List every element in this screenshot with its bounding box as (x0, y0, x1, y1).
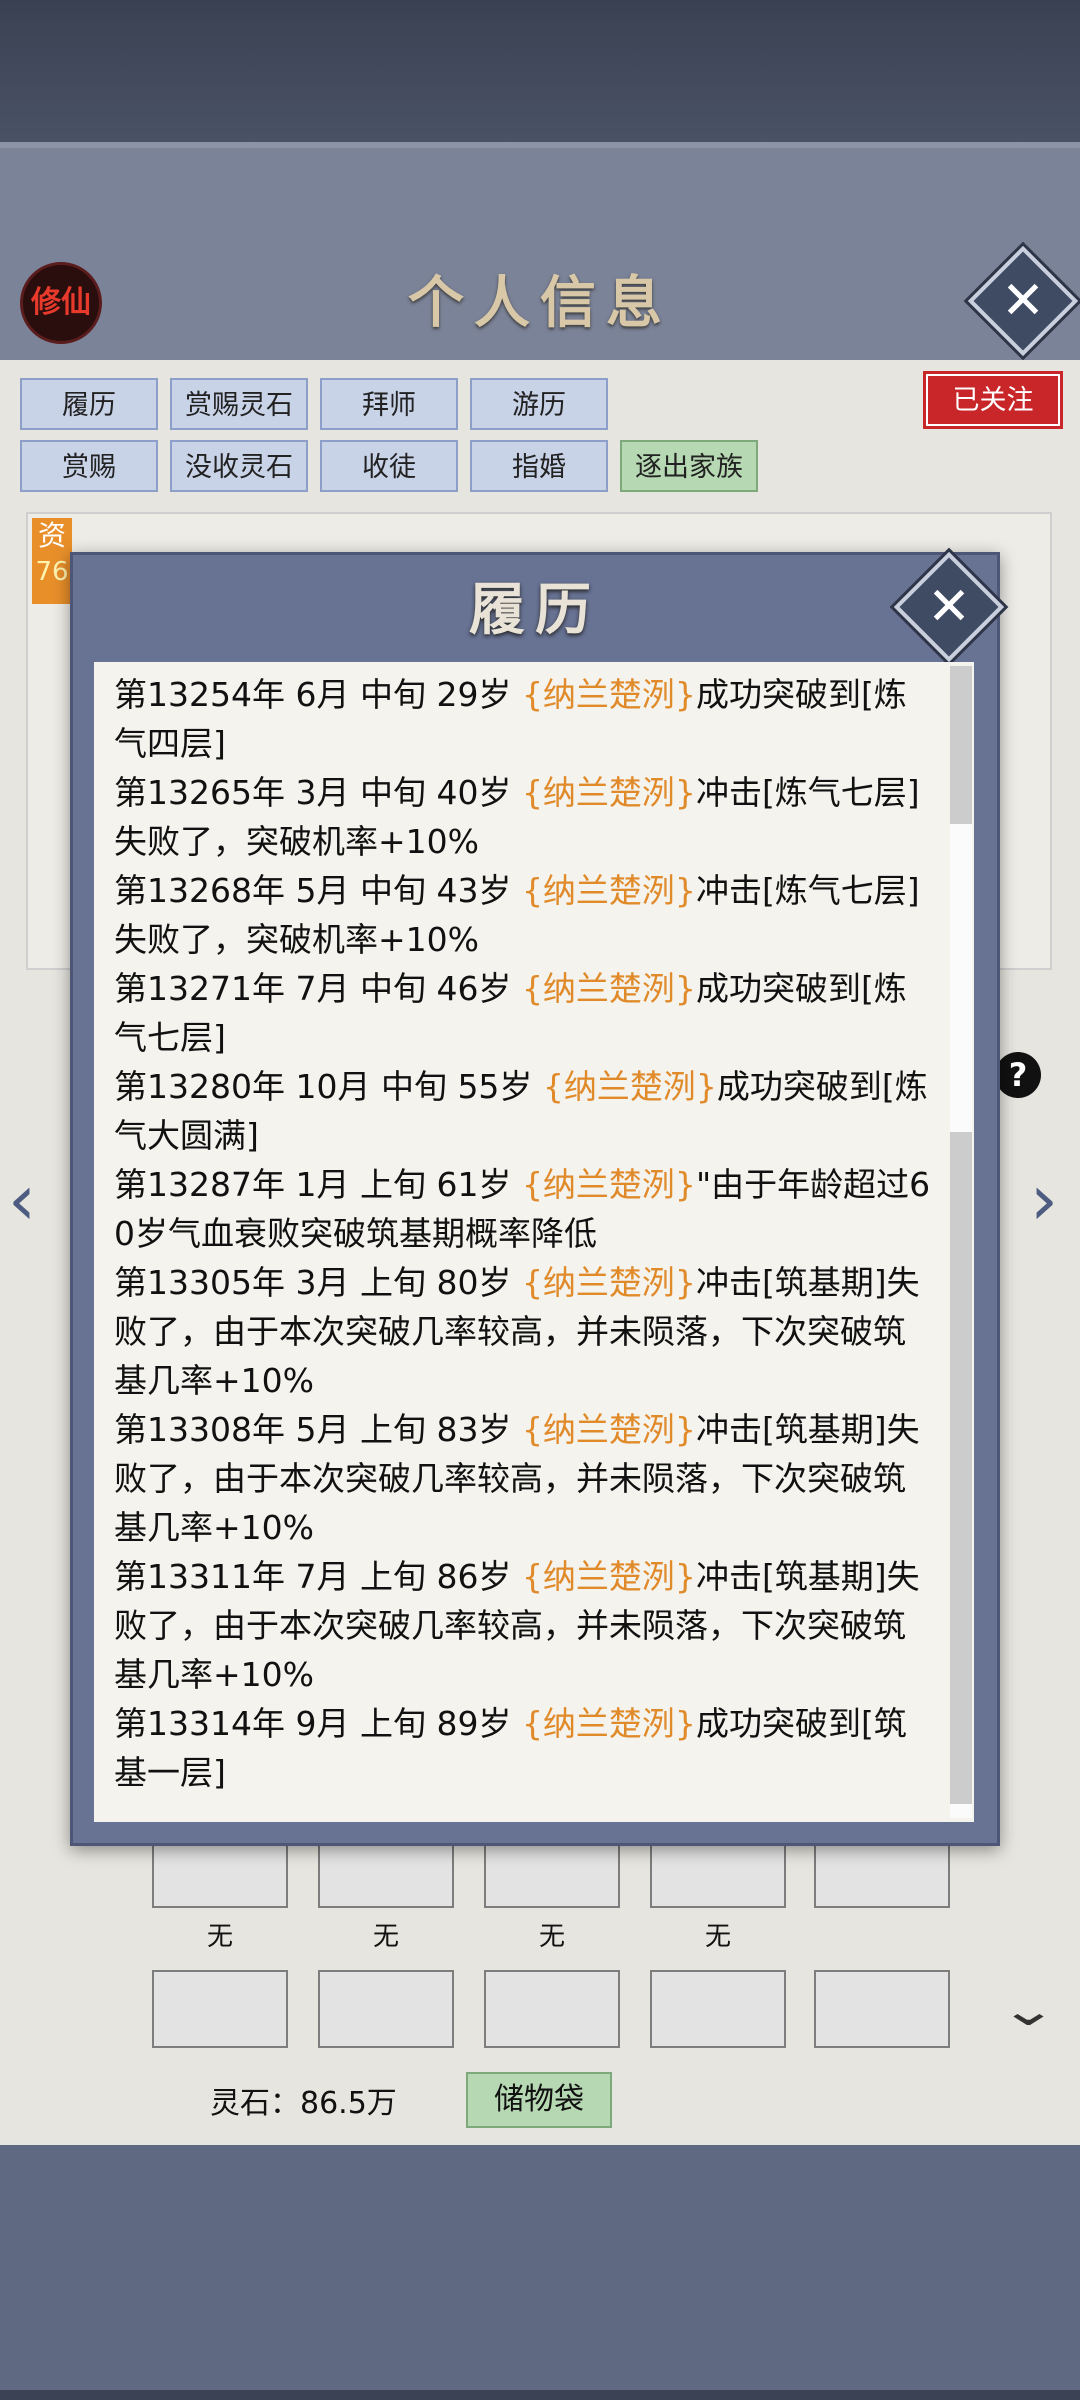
character-name: {纳兰楚洌} (521, 1557, 696, 1596)
log-entry: 第13311年 7月 上旬 86岁 {纳兰楚洌}冲击[筑基期]失败了，由于本次突… (114, 1552, 934, 1699)
log-text: 第13271年 7月 中旬 46岁 (114, 969, 522, 1008)
character-name: {纳兰楚洌} (521, 773, 696, 812)
log-text: 第13287年 1月 上旬 61岁 (114, 1165, 522, 1204)
log-text: 第13265年 3月 中旬 40岁 (114, 773, 522, 812)
aptitude-value: 76 (35, 557, 69, 587)
tab-apprentice[interactable]: 拜师 (320, 378, 458, 430)
slot-caption: 无 (206, 1922, 233, 1952)
slot-caption: 无 (372, 1922, 399, 1952)
character-name: {纳兰楚洌} (521, 1263, 696, 1302)
top-bar (0, 0, 1080, 145)
item-slot[interactable] (814, 1970, 950, 2048)
log-entry: 第13308年 5月 上旬 83岁 {纳兰楚洌}冲击[筑基期]失败了，由于本次突… (114, 1405, 934, 1552)
prev-arrow-icon[interactable]: ‹ (8, 1155, 36, 1245)
log-text: 第13305年 3月 上旬 80岁 (114, 1263, 522, 1302)
log-text: 第13254年 6月 中旬 29岁 (114, 675, 522, 714)
log-entry: 第13268年 5月 中旬 43岁 {纳兰楚洌}冲击[炼气七层]失败了，突破机率… (114, 866, 934, 964)
log-text: 第13308年 5月 上旬 83岁 (114, 1410, 522, 1449)
log-entry: 第13287年 1月 上旬 61岁 {纳兰楚洌}"由于年龄超过60岁气血衰败突破… (114, 1160, 934, 1258)
resume-log[interactable]: 第13254年 6月 中旬 29岁 {纳兰楚洌}成功突破到[炼气四层] 第1326… (94, 662, 974, 1822)
spirit-stones-count: 灵石：86.5万 (210, 2086, 397, 2121)
close-icon: ✕ (1001, 271, 1045, 331)
log-entry: 第13305年 3月 上旬 80岁 {纳兰楚洌}冲击[筑基期]失败了，由于本次突… (114, 1258, 934, 1405)
chevron-down-icon[interactable]: ⌄ (999, 1985, 1058, 2036)
item-slot[interactable] (484, 1970, 620, 2048)
log-text: 第13268年 5月 中旬 43岁 (114, 871, 522, 910)
character-name: {纳兰楚洌} (521, 871, 696, 910)
item-slot[interactable] (152, 1970, 288, 2048)
log-text: 第13314年 9月 上旬 89岁 (114, 1704, 522, 1743)
character-name: {纳兰楚洌} (521, 675, 696, 714)
footer-divider (0, 2390, 1080, 2400)
help-icon[interactable]: ? (995, 1052, 1041, 1098)
character-name: {纳兰楚洌} (521, 1165, 696, 1204)
item-slot[interactable] (318, 1970, 454, 2048)
log-entry: 第13280年 10月 中旬 55岁 {纳兰楚洌}成功突破到[炼气大圆满] (114, 1062, 934, 1160)
slot-caption: 无 (538, 1922, 565, 1952)
slot-caption: 无 (704, 1922, 731, 1952)
log-list: 第13254年 6月 中旬 29岁 {纳兰楚洌}成功突破到[炼气四层] 第1326… (114, 670, 934, 1797)
character-name: {纳兰楚洌} (521, 969, 696, 1008)
tab-arrange-marriage[interactable]: 指婚 (470, 440, 608, 492)
aptitude-label: 资 (37, 519, 66, 552)
tab-resume[interactable]: 履历 (20, 378, 158, 430)
aptitude-badge: 资 76 (32, 518, 72, 604)
tab-reward[interactable]: 赏赐 (20, 440, 158, 492)
log-text: 第13311年 7月 上旬 86岁 (114, 1557, 522, 1596)
tab-travel[interactable]: 游历 (470, 378, 608, 430)
log-entry: 第13314年 9月 上旬 89岁 {纳兰楚洌}成功突破到[筑基一层] (114, 1699, 934, 1797)
character-name: {纳兰楚洌} (521, 1410, 696, 1449)
character-name: {纳兰楚洌} (521, 1704, 696, 1743)
log-text: 第13280年 10月 中旬 55岁 (114, 1067, 543, 1106)
next-arrow-icon[interactable]: › (1030, 1155, 1058, 1245)
tab-expel-family[interactable]: 逐出家族 (620, 440, 758, 492)
log-entry: 第13254年 6月 中旬 29岁 {纳兰楚洌}成功突破到[炼气四层] (114, 670, 934, 768)
item-slot[interactable] (650, 1970, 786, 2048)
page-title: 个人信息 (408, 270, 672, 336)
tab-confiscate-stones[interactable]: 没收灵石 (170, 440, 308, 492)
followed-button[interactable]: 已关注 (923, 371, 1063, 429)
close-icon: ✕ (927, 577, 971, 637)
scrollbar-thumb[interactable] (950, 666, 972, 824)
log-entry: 第13271年 7月 中旬 46岁 {纳兰楚洌}成功突破到[炼气七层] (114, 964, 934, 1062)
scrollbar-thumb[interactable] (950, 1132, 972, 1804)
tab-take-disciple[interactable]: 收徒 (320, 440, 458, 492)
tab-reward-stones[interactable]: 赏赐灵石 (170, 378, 308, 430)
log-entry: 第13265年 3月 中旬 40岁 {纳兰楚洌}冲击[炼气七层]失败了，突破机率… (114, 768, 934, 866)
storage-bag-button[interactable]: 储物袋 (466, 2072, 612, 2128)
character-name: {纳兰楚洌} (542, 1067, 717, 1106)
modal-title: 履历 (469, 577, 601, 643)
